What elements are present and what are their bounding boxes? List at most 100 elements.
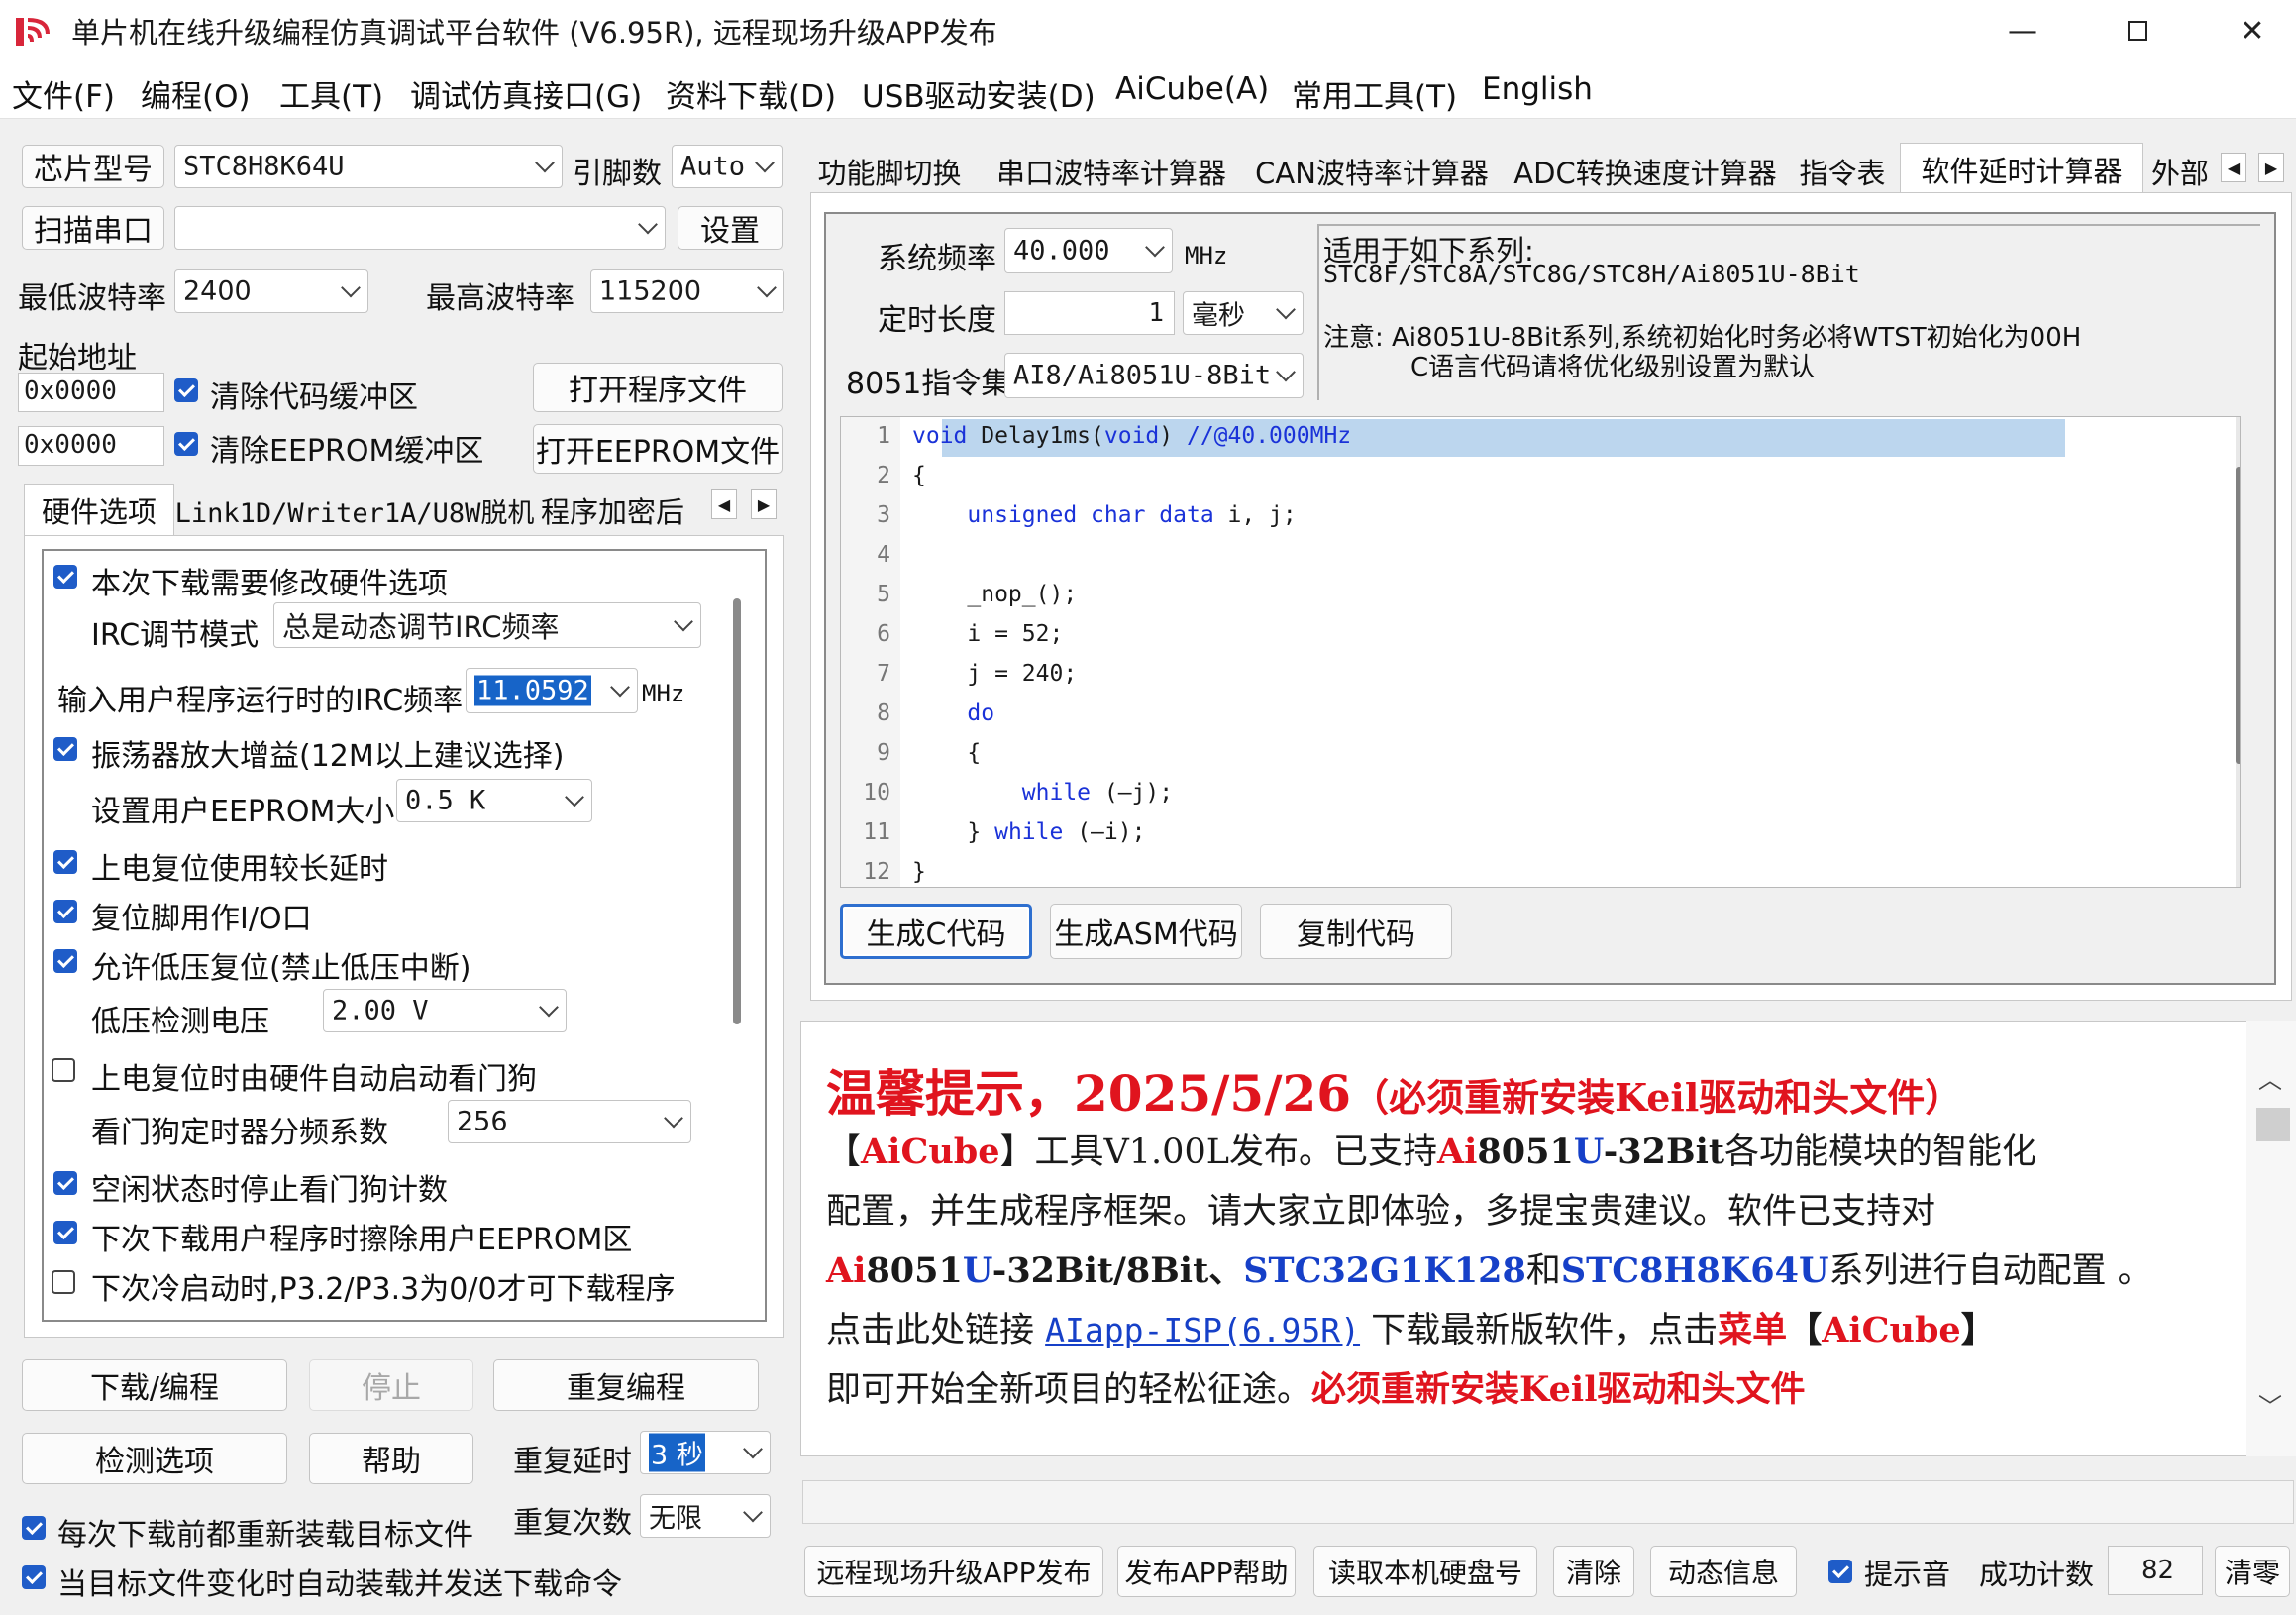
- close-button[interactable]: ✕: [2195, 0, 2296, 61]
- tab-adc-speed-calc[interactable]: ADC转换速度计算器: [1508, 151, 1783, 192]
- menu-english[interactable]: English: [1482, 71, 1593, 107]
- menu-usb-driver[interactable]: USB驱动安装(D): [862, 71, 1096, 116]
- scan-port-button[interactable]: 扫描串口: [22, 206, 164, 250]
- publish-help-button[interactable]: 发布APP帮助: [1117, 1546, 1296, 1597]
- right-tab-scroll-left-icon[interactable]: ◀: [2221, 153, 2246, 182]
- tab-software-delay-calc[interactable]: 软件延时计算器: [1900, 143, 2143, 194]
- notice-text: 【: [1787, 1310, 1823, 1350]
- help-button[interactable]: 帮助: [309, 1433, 473, 1484]
- menu-downloads[interactable]: 资料下载(D): [666, 71, 836, 116]
- close-icon: ✕: [2240, 13, 2265, 49]
- repeat-program-button[interactable]: 重复编程: [493, 1359, 759, 1411]
- tab-pin-switch[interactable]: 功能脚切换: [810, 151, 969, 192]
- tab-can-baud-calc[interactable]: CAN波特率计算器: [1252, 151, 1492, 192]
- copy-code-button[interactable]: 复制代码: [1260, 904, 1452, 959]
- notice-stc8h: STC8H8K64U: [1560, 1250, 1829, 1291]
- chip-select[interactable]: STC8H8K64U: [174, 145, 563, 188]
- publish-app-button[interactable]: 远程现场升级APP发布: [804, 1546, 1103, 1597]
- read-disk-id-button[interactable]: 读取本机硬盘号: [1313, 1546, 1537, 1597]
- lvr-checkbox[interactable]: [53, 949, 77, 973]
- code-text: } while (—i);: [912, 819, 1146, 845]
- port-select[interactable]: [174, 206, 666, 250]
- generate-asm-code-button[interactable]: 生成ASM代码: [1050, 904, 1242, 959]
- tab-offline-writer[interactable]: Link1D/Writer1A/U8W脱机: [175, 487, 535, 533]
- wdt-auto-checkbox[interactable]: [52, 1058, 75, 1082]
- min-baud-select[interactable]: 2400: [174, 269, 368, 313]
- notice-32bit: -32Bit: [1603, 1131, 1725, 1172]
- auto-send-checkbox[interactable]: [22, 1565, 46, 1589]
- generate-c-code-button[interactable]: 生成C代码: [840, 904, 1032, 959]
- low-voltage-label: 低压检测电压: [91, 1005, 269, 1039]
- chip-type-button[interactable]: 芯片型号: [22, 145, 164, 188]
- chevron-down-icon: [535, 153, 555, 173]
- clear-code-label: 清除代码缓冲区: [210, 380, 418, 415]
- eeprom-size-select[interactable]: 0.5 K: [396, 779, 592, 822]
- wdt-divider-label: 看门狗定时器分频系数: [91, 1116, 388, 1150]
- code-address-input[interactable]: 0x0000: [18, 373, 164, 412]
- repeat-count-select[interactable]: 无限: [640, 1494, 771, 1538]
- tab-external[interactable]: 外部: [2151, 151, 2215, 192]
- menu-aicube[interactable]: AiCube(A): [1115, 71, 1269, 107]
- tab-instruction-table[interactable]: 指令表: [1799, 151, 1886, 192]
- minimize-button[interactable]: —: [1965, 0, 2080, 61]
- info-note-2: C语言代码请将优化级别设置为默认: [1410, 353, 1816, 382]
- wdt-divider-select[interactable]: 256: [448, 1100, 691, 1143]
- dynamic-info-button[interactable]: 动态信息: [1650, 1546, 1797, 1597]
- reset-count-button[interactable]: 清零: [2215, 1546, 2290, 1597]
- osc-gain-checkbox[interactable]: [53, 737, 77, 761]
- eeprom-address-input[interactable]: 0x0000: [18, 426, 164, 466]
- sysclk-select[interactable]: 40.000: [1004, 228, 1173, 273]
- notice-heading-main: 温馨提示，2025/5/26: [826, 1064, 1352, 1123]
- menu-tools[interactable]: 工具(T): [279, 71, 383, 116]
- chevron-down-icon: [755, 153, 775, 173]
- isa-select[interactable]: AI8/Ai8051U-8Bit: [1004, 353, 1304, 398]
- wdt-idle-checkbox[interactable]: [53, 1171, 77, 1195]
- options-scrollbar[interactable]: [733, 598, 741, 1024]
- notice-aicube: AiCube: [1822, 1310, 1961, 1350]
- code-line: 10 while (—j);: [841, 780, 1772, 807]
- duration-input[interactable]: 1: [1004, 291, 1175, 335]
- menu-debug[interactable]: 调试仿真接口(G): [410, 71, 642, 116]
- pins-select[interactable]: Auto: [672, 145, 783, 188]
- scroll-up-icon[interactable]: ︿: [2258, 1060, 2282, 1095]
- long-delay-checkbox[interactable]: [53, 850, 77, 874]
- open-program-file-button[interactable]: 打开程序文件: [533, 363, 783, 412]
- repeat-delay-select[interactable]: 3 秒: [640, 1431, 771, 1474]
- download-link[interactable]: AIapp-ISP(6.95R): [1045, 1311, 1360, 1349]
- clear-eeprom-checkbox[interactable]: [174, 432, 198, 456]
- stop-button[interactable]: 停止: [309, 1359, 473, 1411]
- notice-line-4: 点击此处链接 AIapp-ISP(6.95R) 下载最新版软件，点击菜单【AiC…: [826, 1302, 1996, 1352]
- sound-checkbox[interactable]: [1828, 1560, 1852, 1583]
- check-options-button[interactable]: 检测选项: [22, 1433, 287, 1484]
- menu-file[interactable]: 文件(F): [12, 71, 115, 116]
- reset-io-checkbox[interactable]: [53, 900, 77, 923]
- tab-hardware-options[interactable]: 硬件选项: [24, 484, 174, 535]
- notice-scrollbar-thumb[interactable]: [2256, 1108, 2290, 1141]
- settings-button[interactable]: 设置: [678, 206, 783, 250]
- download-program-button[interactable]: 下载/编程: [22, 1359, 287, 1411]
- low-voltage-select[interactable]: 2.00 V: [323, 989, 567, 1032]
- open-eeprom-file-button[interactable]: 打开EEPROM文件: [533, 424, 783, 474]
- code-editor[interactable]: 1 void Delay1ms(void) //@40.000MHz 2{3 uns…: [840, 416, 2241, 888]
- tab-uart-baud-calc[interactable]: 串口波特率计算器: [987, 151, 1236, 192]
- max-baud-select[interactable]: 115200: [590, 269, 784, 313]
- reload-target-checkbox[interactable]: [22, 1516, 46, 1540]
- menu-common-tools[interactable]: 常用工具(T): [1292, 71, 1457, 116]
- erase-eeprom-checkbox[interactable]: [53, 1221, 77, 1244]
- maximize-button[interactable]: [2080, 0, 2195, 61]
- tab-scroll-left-icon[interactable]: ◀: [711, 489, 737, 519]
- tab-program-encrypt[interactable]: 程序加密后: [541, 487, 709, 533]
- irc-mode-select[interactable]: 总是动态调节IRC频率: [273, 602, 701, 648]
- tab-scroll-right-icon[interactable]: ▶: [751, 489, 777, 519]
- irc-freq-select[interactable]: 11.0592: [466, 668, 638, 713]
- code-line: 6 i = 52;: [841, 621, 1772, 648]
- right-tab-scroll-right-icon[interactable]: ▶: [2258, 153, 2284, 182]
- code-scrollbar[interactable]: [2236, 467, 2240, 764]
- clear-button[interactable]: 清除: [1553, 1546, 1634, 1597]
- clear-code-checkbox[interactable]: [174, 378, 198, 402]
- modify-hw-checkbox[interactable]: [53, 565, 77, 589]
- duration-unit-select[interactable]: 毫秒: [1183, 291, 1304, 335]
- menu-program[interactable]: 编程(O): [141, 71, 251, 116]
- scroll-down-icon[interactable]: ﹀: [2258, 1387, 2282, 1422]
- cold-boot-checkbox[interactable]: [52, 1270, 75, 1294]
